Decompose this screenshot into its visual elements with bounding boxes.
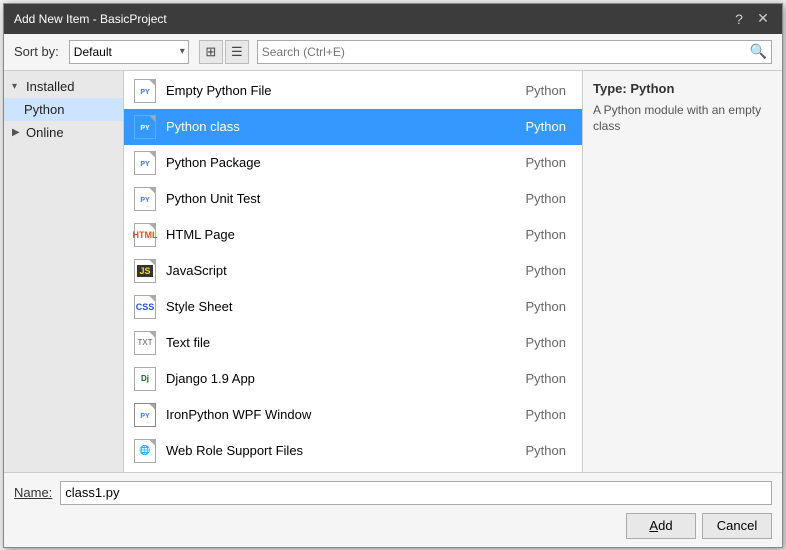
list-item[interactable]: PY Python Unit Test Python [124, 181, 582, 217]
item-name: Web Role Support Files [166, 443, 518, 458]
grid-view-button[interactable]: ⊞ [199, 40, 223, 64]
item-category: Python [526, 119, 566, 134]
list-item[interactable]: CSS Style Sheet Python [124, 289, 582, 325]
item-category: Python [526, 443, 566, 458]
title-bar-buttons: ? ✕ [730, 10, 772, 28]
name-input[interactable] [60, 481, 772, 505]
item-icon-py-class: PY [132, 114, 158, 140]
title-bar: Add New Item - BasicProject ? ✕ [4, 4, 782, 34]
item-name: Python Unit Test [166, 191, 518, 206]
add-label: Add [649, 518, 672, 533]
list-item[interactable]: HTML HTML Page Python [124, 217, 582, 253]
item-icon-empty-py: PY [132, 78, 158, 104]
search-icon: 🔍 [750, 43, 767, 60]
left-panel: ▾ Installed Python ▶ Online [4, 71, 124, 472]
view-buttons: ⊞ ☰ [199, 40, 249, 64]
search-wrapper: 🔍 [257, 40, 772, 64]
type-description: A Python module with an empty class [593, 102, 772, 136]
item-icon-py-package: PY [132, 150, 158, 176]
item-category: Python [526, 335, 566, 350]
item-icon-django: Dj [132, 366, 158, 392]
dialog-body: Sort by: Default Name Category ⊞ ☰ 🔍 [4, 34, 782, 547]
item-name: HTML Page [166, 227, 518, 242]
item-category: Python [526, 83, 566, 98]
item-name: Text file [166, 335, 518, 350]
installed-arrow: ▾ [12, 81, 22, 92]
item-name: JavaScript [166, 263, 518, 278]
installed-label: Installed [26, 79, 74, 94]
list-item[interactable]: PY Python Package Python [124, 145, 582, 181]
bottom-bar: Name: Add Cancel [4, 472, 782, 547]
item-list: PY Empty Python File Python PY [124, 71, 582, 472]
item-category: Python [526, 299, 566, 314]
item-name: Django 1.9 App [166, 371, 518, 386]
sort-select-wrapper: Default Name Category [69, 40, 189, 64]
top-toolbar: Sort by: Default Name Category ⊞ ☰ 🔍 [4, 34, 782, 71]
list-item[interactable]: TXT Text file Python [124, 325, 582, 361]
item-category: Python [526, 227, 566, 242]
type-label: Type: Python [593, 81, 772, 96]
item-icon-js: JS [132, 258, 158, 284]
item-icon-css: CSS [132, 294, 158, 320]
tree-python[interactable]: Python [4, 98, 123, 121]
name-row: Name: [14, 481, 772, 505]
tree-installed[interactable]: ▾ Installed [4, 75, 123, 98]
list-item[interactable]: PY IronPython WPF Window Python [124, 397, 582, 433]
item-name: Empty Python File [166, 83, 518, 98]
item-icon-html: HTML [132, 222, 158, 248]
right-panel: Type: Python A Python module with an emp… [582, 71, 782, 472]
add-new-item-dialog: Add New Item - BasicProject ? ✕ Sort by:… [3, 3, 783, 548]
search-input[interactable] [262, 45, 750, 59]
sort-label: Sort by: [14, 44, 59, 59]
item-category: Python [526, 191, 566, 206]
online-label: Online [26, 125, 64, 140]
center-panel: PY Empty Python File Python PY [124, 71, 582, 472]
python-label: Python [24, 102, 64, 117]
add-button[interactable]: Add [626, 513, 696, 539]
dialog-title: Add New Item - BasicProject [14, 12, 167, 26]
item-name: Python Package [166, 155, 518, 170]
online-arrow: ▶ [12, 127, 22, 138]
tree-online[interactable]: ▶ Online [4, 121, 123, 144]
item-icon-py-test: PY [132, 186, 158, 212]
item-name: Python class [166, 119, 518, 134]
cancel-label: Cancel [717, 518, 757, 533]
list-item[interactable]: JS JavaScript Python [124, 253, 582, 289]
cancel-button[interactable]: Cancel [702, 513, 772, 539]
type-prefix: Type: [593, 81, 627, 96]
item-name: IronPython WPF Window [166, 407, 518, 422]
type-name: Python [630, 81, 674, 96]
list-item[interactable]: PY Python class Python [124, 109, 582, 145]
item-icon-web-role: 🌐 [132, 438, 158, 464]
item-category: Python [526, 155, 566, 170]
button-row: Add Cancel [14, 513, 772, 539]
list-item[interactable]: 🌐 Web Role Support Files Python [124, 433, 582, 469]
list-view-button[interactable]: ☰ [225, 40, 249, 64]
help-button[interactable]: ? [730, 10, 748, 28]
item-category: Python [526, 263, 566, 278]
name-label: Name: [14, 485, 52, 500]
sort-select[interactable]: Default Name Category [69, 40, 189, 64]
item-name: Style Sheet [166, 299, 518, 314]
main-content: ▾ Installed Python ▶ Online [4, 71, 782, 472]
item-category: Python [526, 371, 566, 386]
list-item[interactable]: PY Empty Python File Python [124, 73, 582, 109]
item-category: Python [526, 407, 566, 422]
item-icon-txt: TXT [132, 330, 158, 356]
item-icon-ironpython: PY [132, 402, 158, 428]
close-button[interactable]: ✕ [754, 10, 772, 28]
list-item[interactable]: Dj Django 1.9 App Python [124, 361, 582, 397]
